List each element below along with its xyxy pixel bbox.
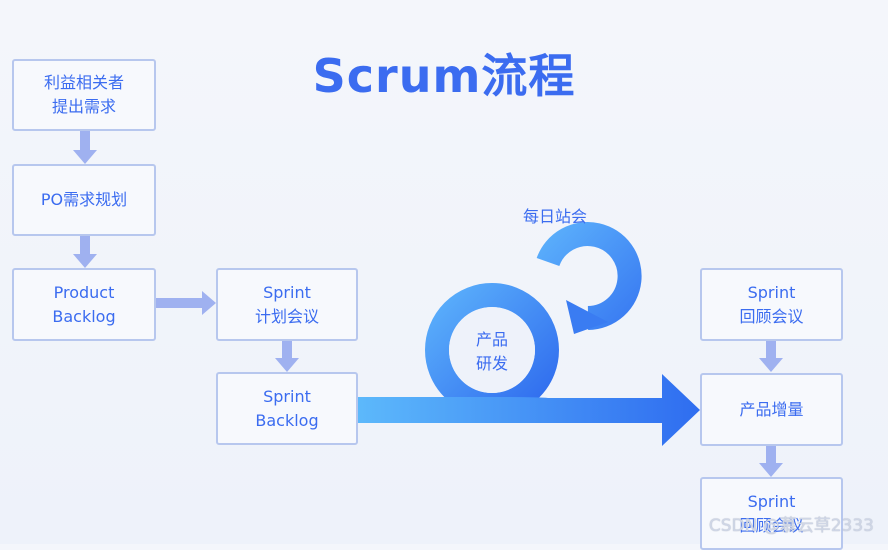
daily-standup-label: 每日站会: [522, 207, 587, 226]
box-sprint-backlog: Sprint Backlog: [216, 372, 358, 445]
connector-po-backlog: [73, 236, 97, 268]
box-product-increment: 产品增量: [700, 373, 843, 446]
box-sprint-retro: Sprint 回顾会议: [700, 268, 843, 341]
box-stakeholder-request: 利益相关者 提出需求: [12, 59, 156, 131]
connector-stakeholder-po: [73, 131, 97, 164]
connector-retro-increment: [759, 341, 783, 372]
box-sprint-planning: Sprint 计划会议: [216, 268, 358, 341]
box-product-backlog: Product Backlog: [12, 268, 156, 341]
connector-increment-review: [759, 446, 783, 477]
watermark: CSDN @慕云草2333: [708, 516, 874, 536]
connector-planning-sprintbacklog: [275, 341, 299, 372]
daily-standup-loop: [536, 222, 642, 334]
connector-backlog-planning: [156, 291, 216, 315]
box-po-planning: PO需求规划: [12, 164, 156, 236]
development-label: 产品 研发: [475, 330, 508, 373]
